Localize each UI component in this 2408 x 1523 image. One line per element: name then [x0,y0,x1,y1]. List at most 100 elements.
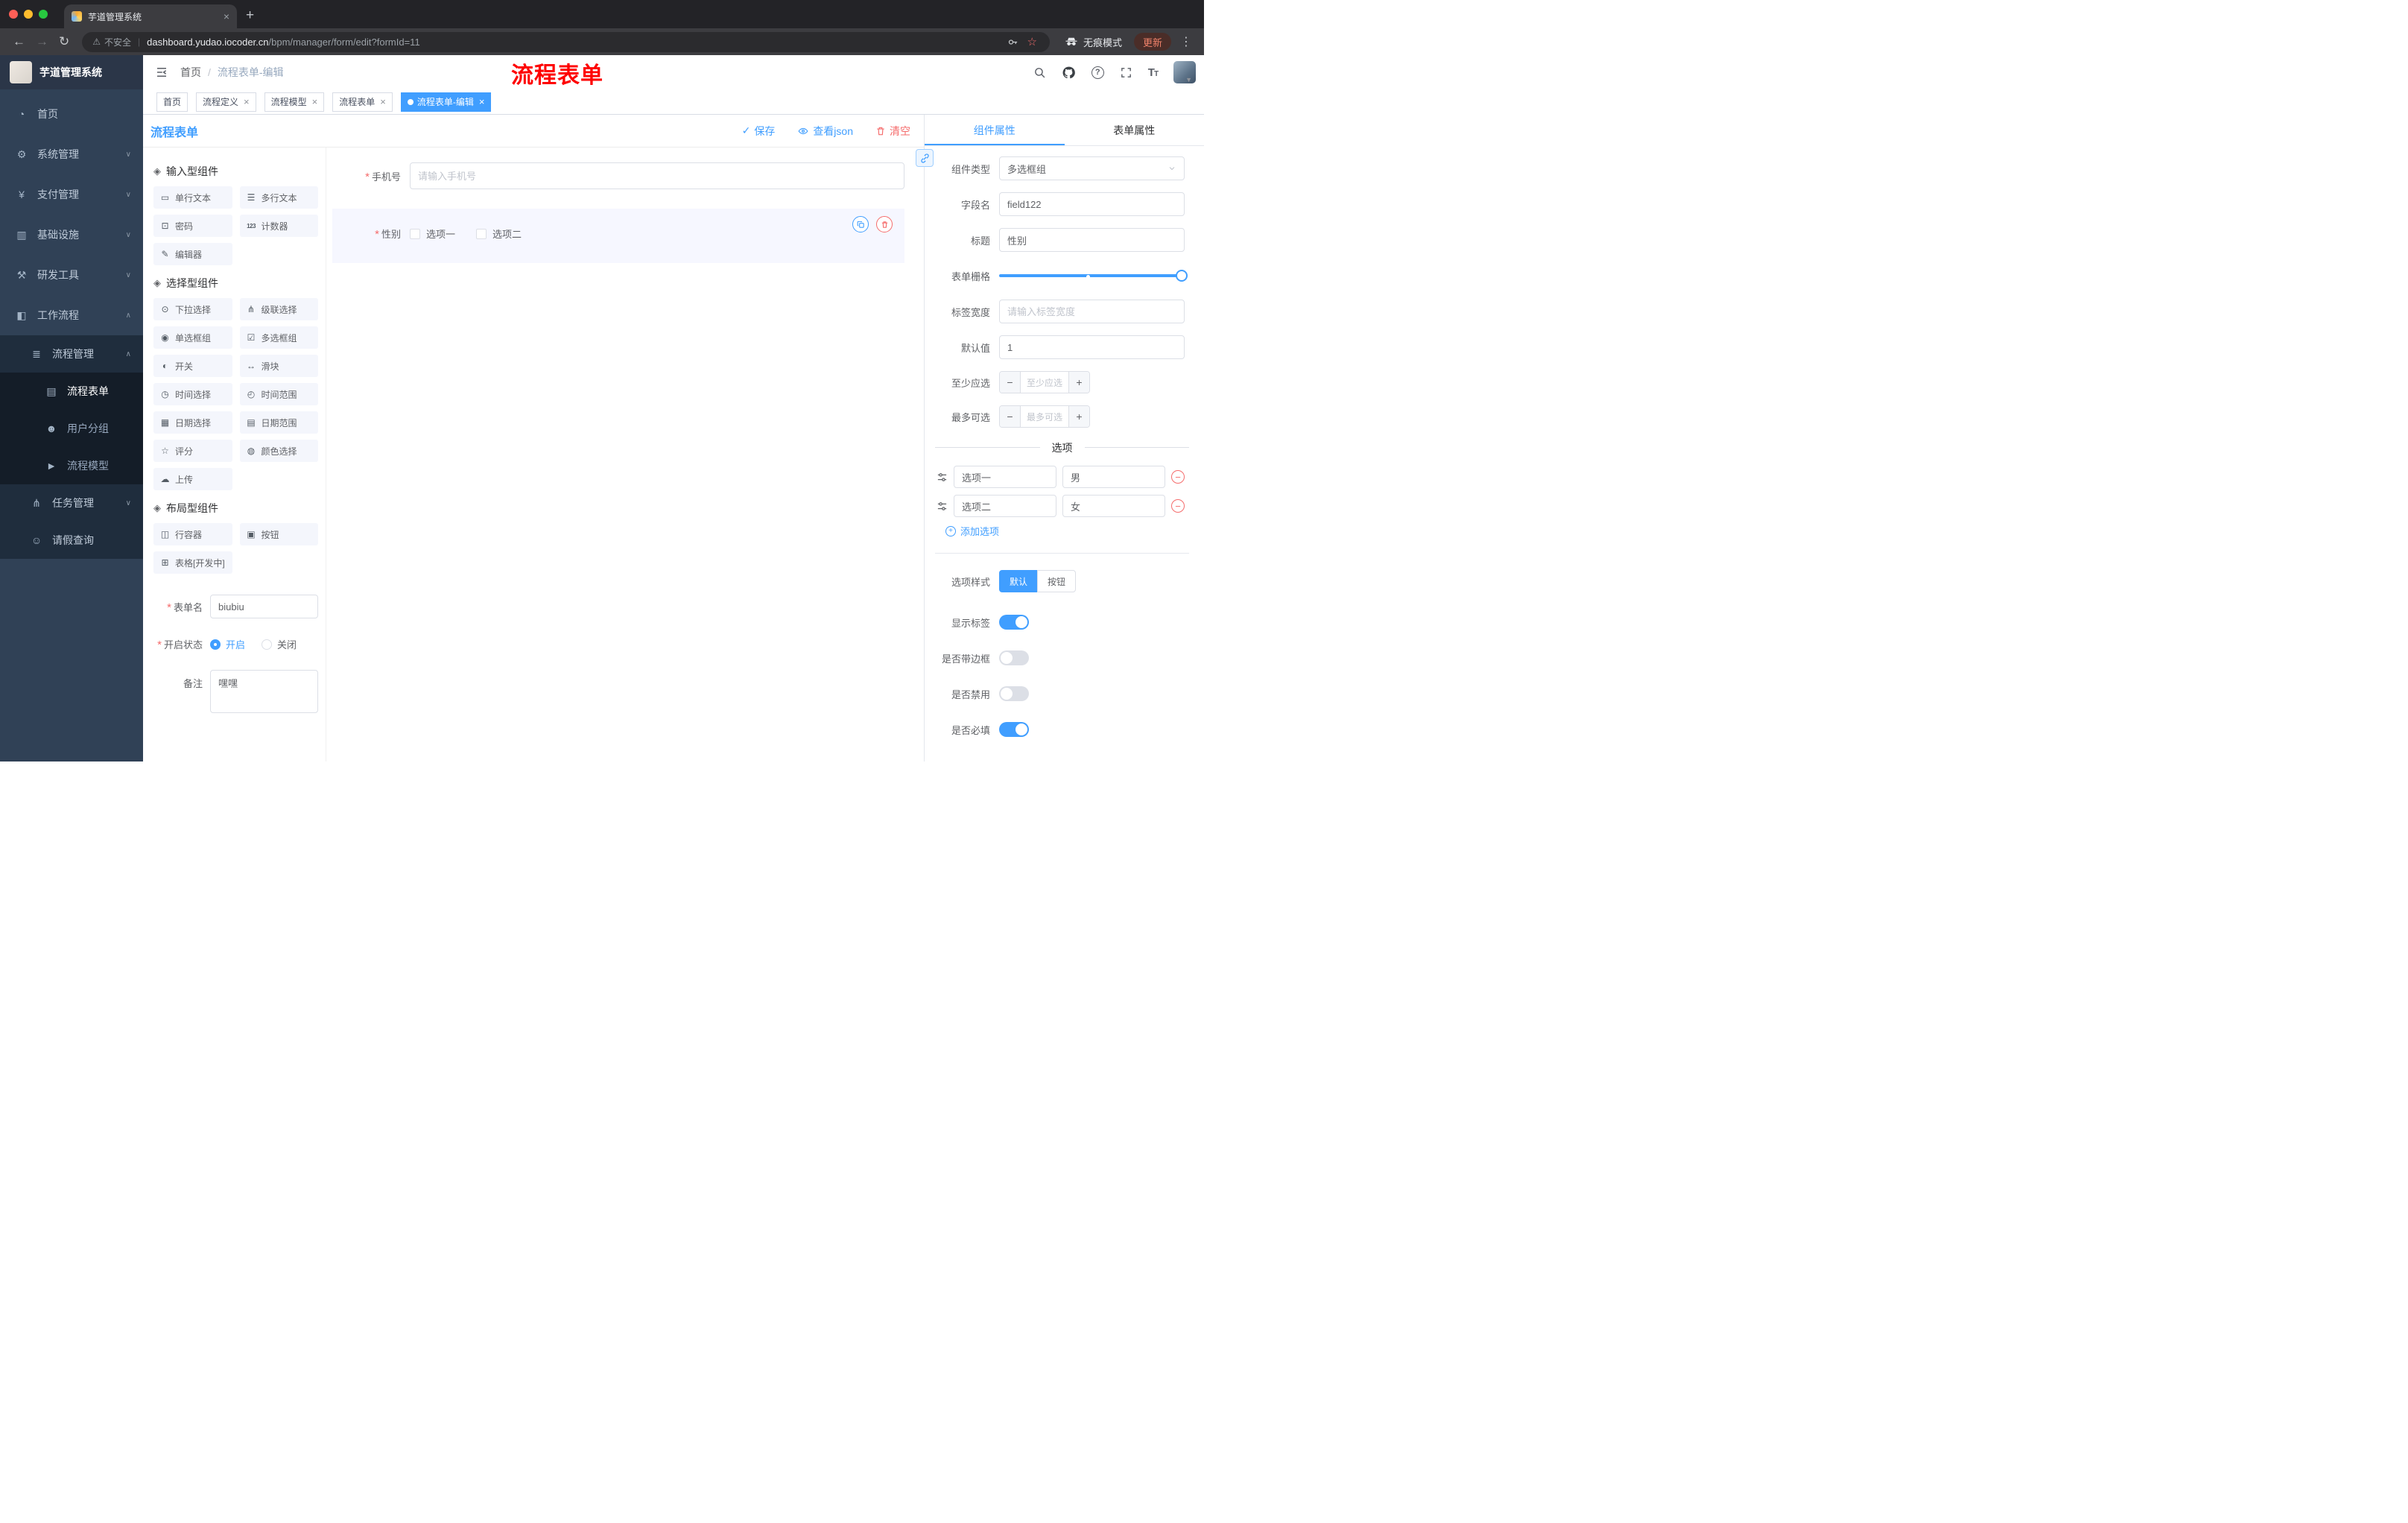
option-value-input[interactable] [1062,466,1165,488]
close-icon[interactable]: × [479,96,485,107]
update-chip[interactable]: 更新 [1133,33,1171,51]
label-width-input[interactable] [999,300,1185,323]
bookmark-star-icon[interactable]: ☆ [1027,35,1037,48]
component-row-container[interactable]: ◫ 行容器 [153,523,232,545]
canvas-field-phone[interactable]: * 手机号 [332,162,904,189]
slider-track[interactable] [999,274,1185,277]
browser-menu-icon[interactable]: ⋮ [1180,34,1192,49]
form-name-input[interactable] [210,595,318,618]
component-radio-group[interactable]: ◉ 单选框组 [153,326,232,349]
sidebar-item-process-mgmt[interactable]: ≣ 流程管理 ∧ [0,335,143,373]
plus-button[interactable]: + [1068,372,1089,393]
remove-option-button[interactable]: − [1171,470,1185,484]
close-icon[interactable]: × [380,96,386,107]
hamburger-icon[interactable] [155,66,168,79]
tag-home[interactable]: 首页 [156,92,188,112]
plus-button[interactable]: + [1068,406,1089,427]
field-name-input[interactable] [999,192,1185,216]
breadcrumb-home[interactable]: 首页 [180,65,201,80]
minus-button[interactable]: − [1000,406,1021,427]
component-date-picker[interactable]: ▦ 日期选择 [153,411,232,434]
min-select-placeholder[interactable]: 至少应选 [1021,372,1068,393]
canvas-field-gender-selected[interactable]: * 性别 选项一 选项二 [332,209,904,263]
link-button[interactable] [916,149,934,167]
gender-option-2-checkbox[interactable]: 选项二 [476,227,522,241]
component-time-picker[interactable]: ◷ 时间选择 [153,383,232,405]
forward-icon[interactable]: → [36,34,48,49]
sidebar-item-home[interactable]: ◔ 首页 [0,94,143,134]
gender-option-1-checkbox[interactable]: 选项一 [410,227,455,241]
minus-button[interactable]: − [1000,372,1021,393]
sidebar-item-infra[interactable]: ▥ 基础设施 ∨ [0,215,143,255]
grid-slider[interactable] [999,264,1188,288]
tag-process-definition[interactable]: 流程定义 × [196,92,256,112]
sidebar-item-system[interactable]: ⚙ 系统管理 ∨ [0,134,143,174]
disabled-toggle[interactable] [999,686,1029,701]
tag-process-form[interactable]: 流程表单 × [332,92,393,112]
component-switch[interactable]: ◐ 开关 [153,355,232,377]
option-value-input[interactable] [1062,495,1165,517]
show-label-toggle[interactable] [999,615,1029,630]
copy-item-button[interactable] [852,216,869,232]
key-icon[interactable] [1007,37,1018,48]
component-rate[interactable]: ☆ 评分 [153,440,232,462]
sidebar-item-task-mgmt[interactable]: ⋔ 任务管理 ∨ [0,484,143,522]
component-time-range[interactable]: ◴ 时间范围 [239,383,318,405]
required-toggle[interactable] [999,722,1029,737]
component-textarea[interactable]: ☰ 多行文本 [239,186,318,209]
browser-tab[interactable]: 芋道管理系统 × [64,4,237,28]
fullscreen-icon[interactable] [1120,66,1132,79]
option-label-input[interactable] [954,466,1056,488]
component-single-text[interactable]: ▭ 单行文本 [153,186,232,209]
add-option-button[interactable]: + 添加选项 [925,524,1204,538]
avatar[interactable] [1173,61,1197,83]
close-icon[interactable]: × [244,96,250,107]
style-button-button[interactable]: 按钮 [1037,570,1077,592]
new-tab-button[interactable]: + [246,7,254,24]
title-input[interactable] [999,228,1185,252]
maximize-window-button[interactable] [39,10,48,19]
max-select-placeholder[interactable]: 最多可选 [1021,406,1068,427]
component-button[interactable]: ▣ 按钮 [239,523,318,545]
save-button[interactable]: ✓ 保存 [742,124,776,139]
component-password[interactable]: ⊡ 密码 [153,215,232,237]
status-off-radio[interactable]: 关闭 [262,637,297,651]
search-icon[interactable] [1033,66,1046,79]
clear-button[interactable]: 清空 [875,124,910,139]
view-json-button[interactable]: 查看json [797,124,853,139]
remove-option-button[interactable]: − [1171,499,1185,513]
component-upload[interactable]: ☁ 上传 [153,468,232,490]
default-value-input[interactable] [999,335,1185,359]
delete-item-button[interactable] [876,216,893,232]
border-toggle[interactable] [999,650,1029,665]
sidebar-item-payment[interactable]: ¥ 支付管理 ∨ [0,174,143,215]
form-canvas[interactable]: *手机号 *性别 选项一 选项二 [326,148,924,762]
drag-handle-icon[interactable] [937,472,948,483]
component-cascader[interactable]: ⋔ 级联选择 [239,298,318,320]
help-icon[interactable]: ? [1091,66,1104,79]
sidebar-item-process-form[interactable]: ▤ 流程表单 [0,373,143,410]
component-checkbox-group[interactable]: ☑ 多选框组 [239,326,318,349]
phone-input[interactable] [410,162,904,189]
tab-component-props[interactable]: 组件属性 [925,115,1065,145]
slider-handle[interactable] [1176,270,1188,282]
address-bar[interactable]: ⚠ 不安全 | dashboard.yudao.iocoder.cn /bpm/… [82,31,1050,52]
component-color-picker[interactable]: ◍ 颜色选择 [239,440,318,462]
sidebar-item-workflow[interactable]: ◧ 工作流程 ∧ [0,295,143,335]
component-select[interactable]: ⊙ 下拉选择 [153,298,232,320]
form-remark-textarea[interactable]: 嘿嘿 [210,670,318,713]
font-size-icon[interactable]: TT [1148,66,1159,79]
tab-close-icon[interactable]: × [224,10,229,22]
component-date-range[interactable]: ▤ 日期范围 [239,411,318,434]
close-icon[interactable]: × [312,96,318,107]
sidebar-item-leave-query[interactable]: ☺ 请假查询 [0,522,143,559]
option-label-input[interactable] [954,495,1056,517]
style-default-button[interactable]: 默认 [999,570,1039,592]
github-icon[interactable] [1062,66,1076,80]
drag-handle-icon[interactable] [937,501,948,512]
status-on-radio[interactable]: 开启 [210,637,245,651]
tag-process-model[interactable]: 流程模型 × [264,92,325,112]
tag-process-form-edit[interactable]: 流程表单-编辑 × [400,92,492,112]
sidebar-logo[interactable]: 芋道管理系统 [0,55,143,89]
component-table[interactable]: ⊞ 表格[开发中] [153,551,232,574]
